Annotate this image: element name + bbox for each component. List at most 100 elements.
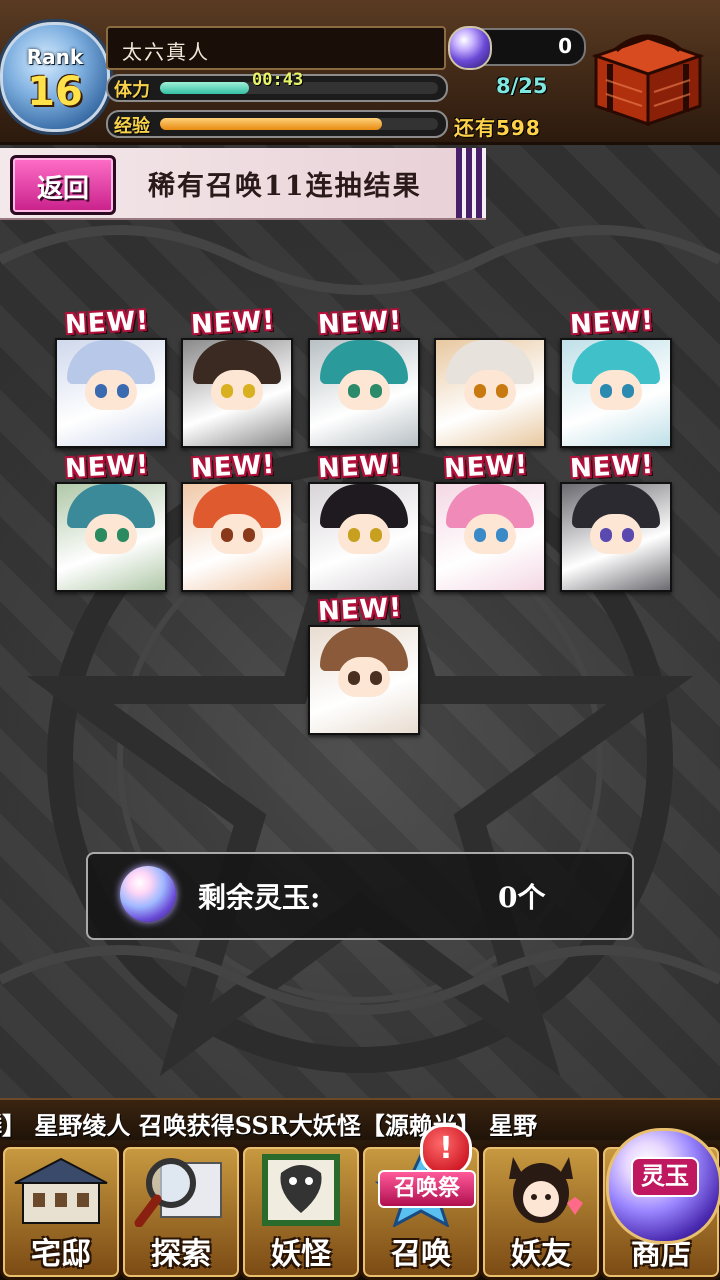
- character-eye: [348, 671, 360, 685]
- new-badge: NEW!: [317, 305, 403, 341]
- summon-festival-tag: 召唤祭: [378, 1170, 476, 1208]
- new-badge: NEW!: [569, 305, 655, 341]
- fox-girl-icon: [509, 1157, 583, 1223]
- rank-badge[interactable]: Rank 16: [0, 22, 110, 132]
- summon-alert-badge: !: [420, 1124, 472, 1176]
- result-card[interactable]: [308, 625, 420, 735]
- new-badge: NEW!: [190, 449, 276, 485]
- player-name: 太六真人: [122, 40, 210, 64]
- character-eye: [348, 384, 360, 398]
- result-card[interactable]: [560, 482, 672, 592]
- result-card[interactable]: [308, 482, 420, 592]
- new-badge: NEW!: [64, 449, 150, 485]
- nav-label: 妖友: [511, 1237, 571, 1272]
- result-card[interactable]: [308, 338, 420, 448]
- remaining-jade-panel: 剩余灵玉: 0个: [86, 852, 634, 940]
- back-button[interactable]: 返回: [10, 155, 116, 215]
- new-badge: NEW!: [190, 305, 276, 341]
- title-banner: 返回 稀有召唤11连抽结果: [0, 148, 486, 220]
- exp-fill: [160, 118, 383, 130]
- new-badge: NEW!: [64, 305, 150, 341]
- nav-friends[interactable]: 妖友: [480, 1144, 602, 1280]
- new-badge: NEW!: [569, 449, 655, 485]
- character-face: [211, 514, 263, 554]
- character-eye: [370, 384, 382, 398]
- stamina-label: 体力: [114, 80, 150, 101]
- character-eye: [600, 528, 612, 542]
- character-eye: [221, 384, 233, 398]
- character-eye: [496, 528, 508, 542]
- result-card[interactable]: [434, 338, 546, 448]
- shop-jade-orb-icon[interactable]: 灵玉: [606, 1128, 720, 1244]
- nav-mansion[interactable]: 宅邸: [0, 1144, 122, 1280]
- back-button-label: 返回: [36, 174, 89, 204]
- character-face: [464, 514, 516, 554]
- nav-label: 妖怪: [271, 1237, 331, 1272]
- character-face: [338, 370, 390, 410]
- character-eye: [348, 528, 360, 542]
- nav-label: 宅邸: [31, 1237, 91, 1272]
- page-title: 稀有召唤11连抽结果: [148, 171, 422, 202]
- exp-label: 经验: [114, 116, 150, 137]
- rank-label: Rank: [26, 45, 84, 69]
- character-eye: [243, 528, 255, 542]
- character-face: [338, 514, 390, 554]
- character-eye: [474, 384, 486, 398]
- player-name-box: 太六真人: [106, 26, 446, 70]
- exp-remaining: 还有598: [454, 116, 541, 140]
- remaining-jade-value: 0个: [498, 881, 546, 914]
- new-badge: NEW!: [443, 449, 529, 485]
- stamina-fill: [160, 82, 249, 94]
- nav-yokai[interactable]: 妖怪: [240, 1144, 362, 1280]
- mansion-icon: [14, 1157, 108, 1224]
- status-bar: Rank 16 太六真人 体力 00:43 经验 0 8/25 还有598: [0, 0, 720, 145]
- jade-counter[interactable]: 0: [448, 26, 586, 70]
- new-badge: NEW!: [317, 592, 403, 628]
- character-eye: [600, 384, 612, 398]
- remaining-jade-label: 剩余灵玉:: [198, 881, 321, 914]
- result-card[interactable]: [181, 482, 293, 592]
- jade-orb-icon: [120, 866, 176, 922]
- stamina-timer: 00:43: [252, 70, 304, 90]
- nav-explore[interactable]: 探索: [120, 1144, 242, 1280]
- character-eye: [496, 384, 508, 398]
- character-eye: [370, 528, 382, 542]
- character-face: [211, 370, 263, 410]
- character-eye: [95, 384, 107, 398]
- character-eye: [243, 384, 255, 398]
- result-card[interactable]: [55, 482, 167, 592]
- character-eye: [474, 528, 486, 542]
- stamina-bar: 体力 00:43: [106, 70, 448, 102]
- character-face: [464, 370, 516, 410]
- new-badge: NEW!: [317, 449, 403, 485]
- character-eye: [370, 671, 382, 685]
- character-eye: [622, 528, 634, 542]
- result-card[interactable]: [560, 338, 672, 448]
- result-card[interactable]: [434, 482, 546, 592]
- gift-box-icon[interactable]: [586, 20, 710, 130]
- result-card[interactable]: [181, 338, 293, 448]
- result-card[interactable]: [55, 338, 167, 448]
- character-eye: [117, 384, 129, 398]
- character-face: [590, 370, 642, 410]
- rank-number: 16: [27, 69, 83, 115]
- shop-jade-label: 灵玉: [631, 1157, 699, 1197]
- character-face: [338, 657, 390, 697]
- exp-track: [160, 118, 438, 130]
- character-face: [85, 370, 137, 410]
- jade-orb-icon: [448, 26, 492, 70]
- character-eye: [221, 528, 233, 542]
- nav-label: 召唤: [391, 1237, 451, 1272]
- character-face: [590, 514, 642, 554]
- character-face: [85, 514, 137, 554]
- jade-value: 0: [558, 34, 572, 58]
- banner-stripe: [456, 148, 486, 218]
- news-ticker: 麒麟】 星野绫人 召唤获得SSR大妖怪【源赖光】 星野: [0, 1098, 720, 1142]
- magnifier-icon: [134, 1158, 222, 1227]
- character-eye: [622, 384, 634, 398]
- exp-bar: 经验: [106, 110, 448, 138]
- scroll-icon: [262, 1154, 340, 1226]
- character-eye: [95, 528, 107, 542]
- character-eye: [117, 528, 129, 542]
- nav-label: 探索: [151, 1237, 211, 1272]
